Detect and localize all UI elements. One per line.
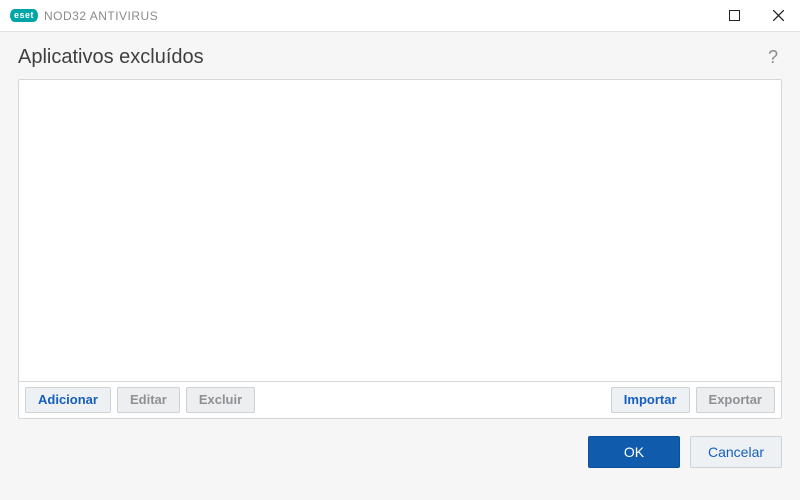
product-name: NOD32 ANTIVIRUS [44, 9, 158, 23]
add-button[interactable]: Adicionar [25, 387, 111, 413]
titlebar: eset NOD32 ANTIVIRUS [0, 0, 800, 32]
panel-toolbar: Adicionar Editar Excluir Importar Export… [19, 381, 781, 418]
brand-block: eset NOD32 ANTIVIRUS [10, 9, 158, 23]
delete-button: Excluir [186, 387, 255, 413]
edit-button: Editar [117, 387, 180, 413]
exclusions-panel: Adicionar Editar Excluir Importar Export… [18, 79, 782, 419]
import-button[interactable]: Importar [611, 387, 690, 413]
dialog-title: Aplicativos excluídos [18, 46, 204, 69]
close-button[interactable] [756, 0, 800, 31]
close-icon [773, 10, 784, 21]
eset-logo: eset [10, 9, 38, 22]
dialog-footer: OK Cancelar [0, 419, 800, 500]
dialog-header: Aplicativos excluídos ? [0, 32, 800, 79]
maximize-icon [729, 10, 740, 21]
ok-button[interactable]: OK [588, 436, 680, 468]
help-button[interactable]: ? [764, 47, 782, 68]
window-controls [712, 0, 800, 31]
cancel-button[interactable]: Cancelar [690, 436, 782, 468]
exclusions-list[interactable] [19, 80, 781, 381]
maximize-button[interactable] [712, 0, 756, 31]
export-button: Exportar [696, 387, 775, 413]
